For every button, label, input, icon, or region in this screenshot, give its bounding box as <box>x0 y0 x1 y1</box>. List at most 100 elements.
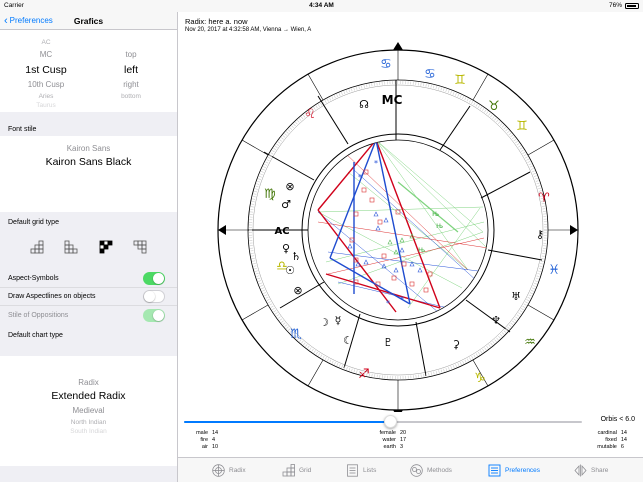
venus-icon: ♀ <box>282 242 290 255</box>
grid-type-1-icon[interactable] <box>30 240 44 254</box>
tab-methods[interactable]: Methods <box>410 464 452 477</box>
picker-option[interactable]: MC <box>0 50 92 59</box>
picker-option[interactable]: Kairon Sans <box>0 144 177 153</box>
stat-key: mutable <box>597 444 617 450</box>
toggle-label: Aspect-Symbols <box>8 275 59 282</box>
toggle-knob <box>153 273 164 284</box>
grid-type-4-icon[interactable] <box>133 240 147 254</box>
orbis-slider[interactable] <box>184 415 582 428</box>
stat-value: 14 <box>620 437 627 443</box>
stat-value: 14 <box>620 430 627 436</box>
node-icon: ☊ <box>359 98 369 111</box>
picker-selected-option[interactable]: Extended Radix <box>0 390 177 402</box>
pisces-icon: ♓ <box>548 263 560 278</box>
oppositions-toggle[interactable] <box>143 308 165 322</box>
font-picker[interactable]: Kairon Sans Kairon Sans Black <box>0 136 177 212</box>
chart-type-picker[interactable]: Radix Extended Radix Medieval North Indi… <box>0 356 177 466</box>
radix-chart[interactable]: ♋ ♊ ♊ ♉ ♈ ♓ ♒ ♑ ♐ ♏ ♎ ♍ ♌ ♋ ☊ MC ⊗ ♂ AC … <box>178 12 643 412</box>
stat-value: 3 <box>400 444 404 450</box>
radix-icon <box>212 464 225 477</box>
tab-label: Grid <box>299 467 312 474</box>
tab-share[interactable]: Share <box>574 464 608 477</box>
picker-option[interactable]: top <box>92 50 170 59</box>
picker-option[interactable]: 10th Cusp <box>0 80 92 89</box>
svg-text:*: * <box>374 159 378 168</box>
chiron-icon: ⚷ <box>536 228 544 241</box>
aspectlines-toggle[interactable] <box>143 290 165 303</box>
uranus-icon: ♅ <box>511 290 521 303</box>
picker-option[interactable]: South Indian <box>0 428 177 435</box>
status-bar: Carrier 4:34 AM 76% <box>0 0 643 12</box>
svg-text:*: * <box>386 299 390 308</box>
capricorn-icon: ♑ <box>474 371 486 386</box>
picker-option[interactable]: Medieval <box>0 406 177 415</box>
gemini-icon: ♊ <box>454 73 466 88</box>
svg-text:*: * <box>358 173 362 182</box>
stat-key: fixed <box>605 437 617 443</box>
aspect-circle <box>307 139 489 321</box>
tab-radix[interactable]: Radix <box>212 464 246 477</box>
toggle-row-aspectlines: Draw Aspectlines on objects <box>0 288 177 306</box>
tab-preferences[interactable]: Preferences <box>488 464 540 477</box>
aspect-symbols-toggle[interactable] <box>143 272 165 285</box>
stats-modality: cardinal 14 fixed 14 mutable 6 <box>583 430 627 451</box>
preferences-icon <box>488 464 501 477</box>
back-button[interactable]: ‹ Preferences <box>0 14 53 27</box>
mc-pointer-icon <box>393 42 403 50</box>
nav-bar: ‹ Preferences Grafics <box>0 12 177 30</box>
picker-selected-option[interactable]: Kairon Sans Black <box>0 156 177 168</box>
taurus-icon: ♉ <box>488 99 500 114</box>
stat-value: 14 <box>212 430 219 436</box>
angle-position-picker[interactable]: AC MC 1st Cusp 10th Cusp Aries Taurus to… <box>0 30 177 112</box>
svg-text:њ: њ <box>418 245 425 254</box>
tab-grid[interactable]: Grid <box>282 464 311 477</box>
methods-icon <box>410 464 423 477</box>
grid-type-3-icon[interactable] <box>99 240 113 254</box>
clock: 4:34 AM <box>309 2 334 9</box>
stat-key: air <box>201 444 208 450</box>
cancer-icon: ♋ <box>380 57 392 72</box>
grid-type-2-icon[interactable] <box>64 240 78 254</box>
preferences-panel: ‹ Preferences Grafics AC MC 1st Cusp 10t… <box>0 12 178 482</box>
aquarius-icon: ♒ <box>524 335 536 350</box>
picker-option[interactable]: bottom <box>92 93 170 100</box>
picker-option[interactable]: Aries <box>0 93 92 100</box>
picker-selected-option[interactable]: 1st Cusp <box>0 64 92 76</box>
pluto-icon: ♇ <box>383 336 393 349</box>
tab-label: Lists <box>363 467 377 474</box>
chart-panel: Radix: here a. now Nov 20, 2017 at 4:32:… <box>178 12 643 482</box>
orbis-slider-knob[interactable] <box>384 415 398 428</box>
toggle-label: Draw Aspectlines on objects <box>8 293 96 300</box>
virgo-icon: ♍ <box>264 187 276 202</box>
picker-option[interactable]: right <box>92 80 170 89</box>
picker-option[interactable]: Taurus <box>0 102 92 109</box>
picker-selected-option[interactable]: left <box>92 64 170 76</box>
stat-value: 10 <box>212 444 219 450</box>
lists-icon <box>347 464 358 477</box>
ic-pointer-icon <box>393 410 403 412</box>
lilith-icon: ⊗ <box>293 284 302 297</box>
tab-lists[interactable]: Lists <box>346 464 376 477</box>
picker-option[interactable]: AC <box>0 39 92 46</box>
grid-type-selector <box>0 232 177 262</box>
svg-text:њ: њ <box>436 221 443 230</box>
moon-icon: ☽ <box>319 316 329 329</box>
picker-option[interactable]: North Indian <box>0 419 177 426</box>
mars-icon: ♂ <box>281 198 291 211</box>
cancer-icon: ♋ <box>424 67 436 82</box>
orbis-slider-fill <box>184 421 391 423</box>
stat-value: 6 <box>620 444 624 450</box>
share-icon <box>574 464 587 477</box>
tab-label: Methods <box>427 467 452 474</box>
gemini-icon: ♊ <box>516 119 528 134</box>
toggle-row-aspect-symbols: Aspect-Symbols <box>0 270 177 288</box>
toggle-knob <box>153 309 164 321</box>
chevron-left-icon: ‹ <box>4 14 8 27</box>
stat-value: 17 <box>400 437 407 443</box>
picker-option[interactable]: Radix <box>0 378 177 387</box>
juno-icon: ⚳ <box>452 338 460 351</box>
svg-text:њ: њ <box>432 209 439 218</box>
neptune-icon: ♆ <box>491 314 501 327</box>
toggle-row-oppositions: Stile of Oppositions <box>0 306 177 324</box>
